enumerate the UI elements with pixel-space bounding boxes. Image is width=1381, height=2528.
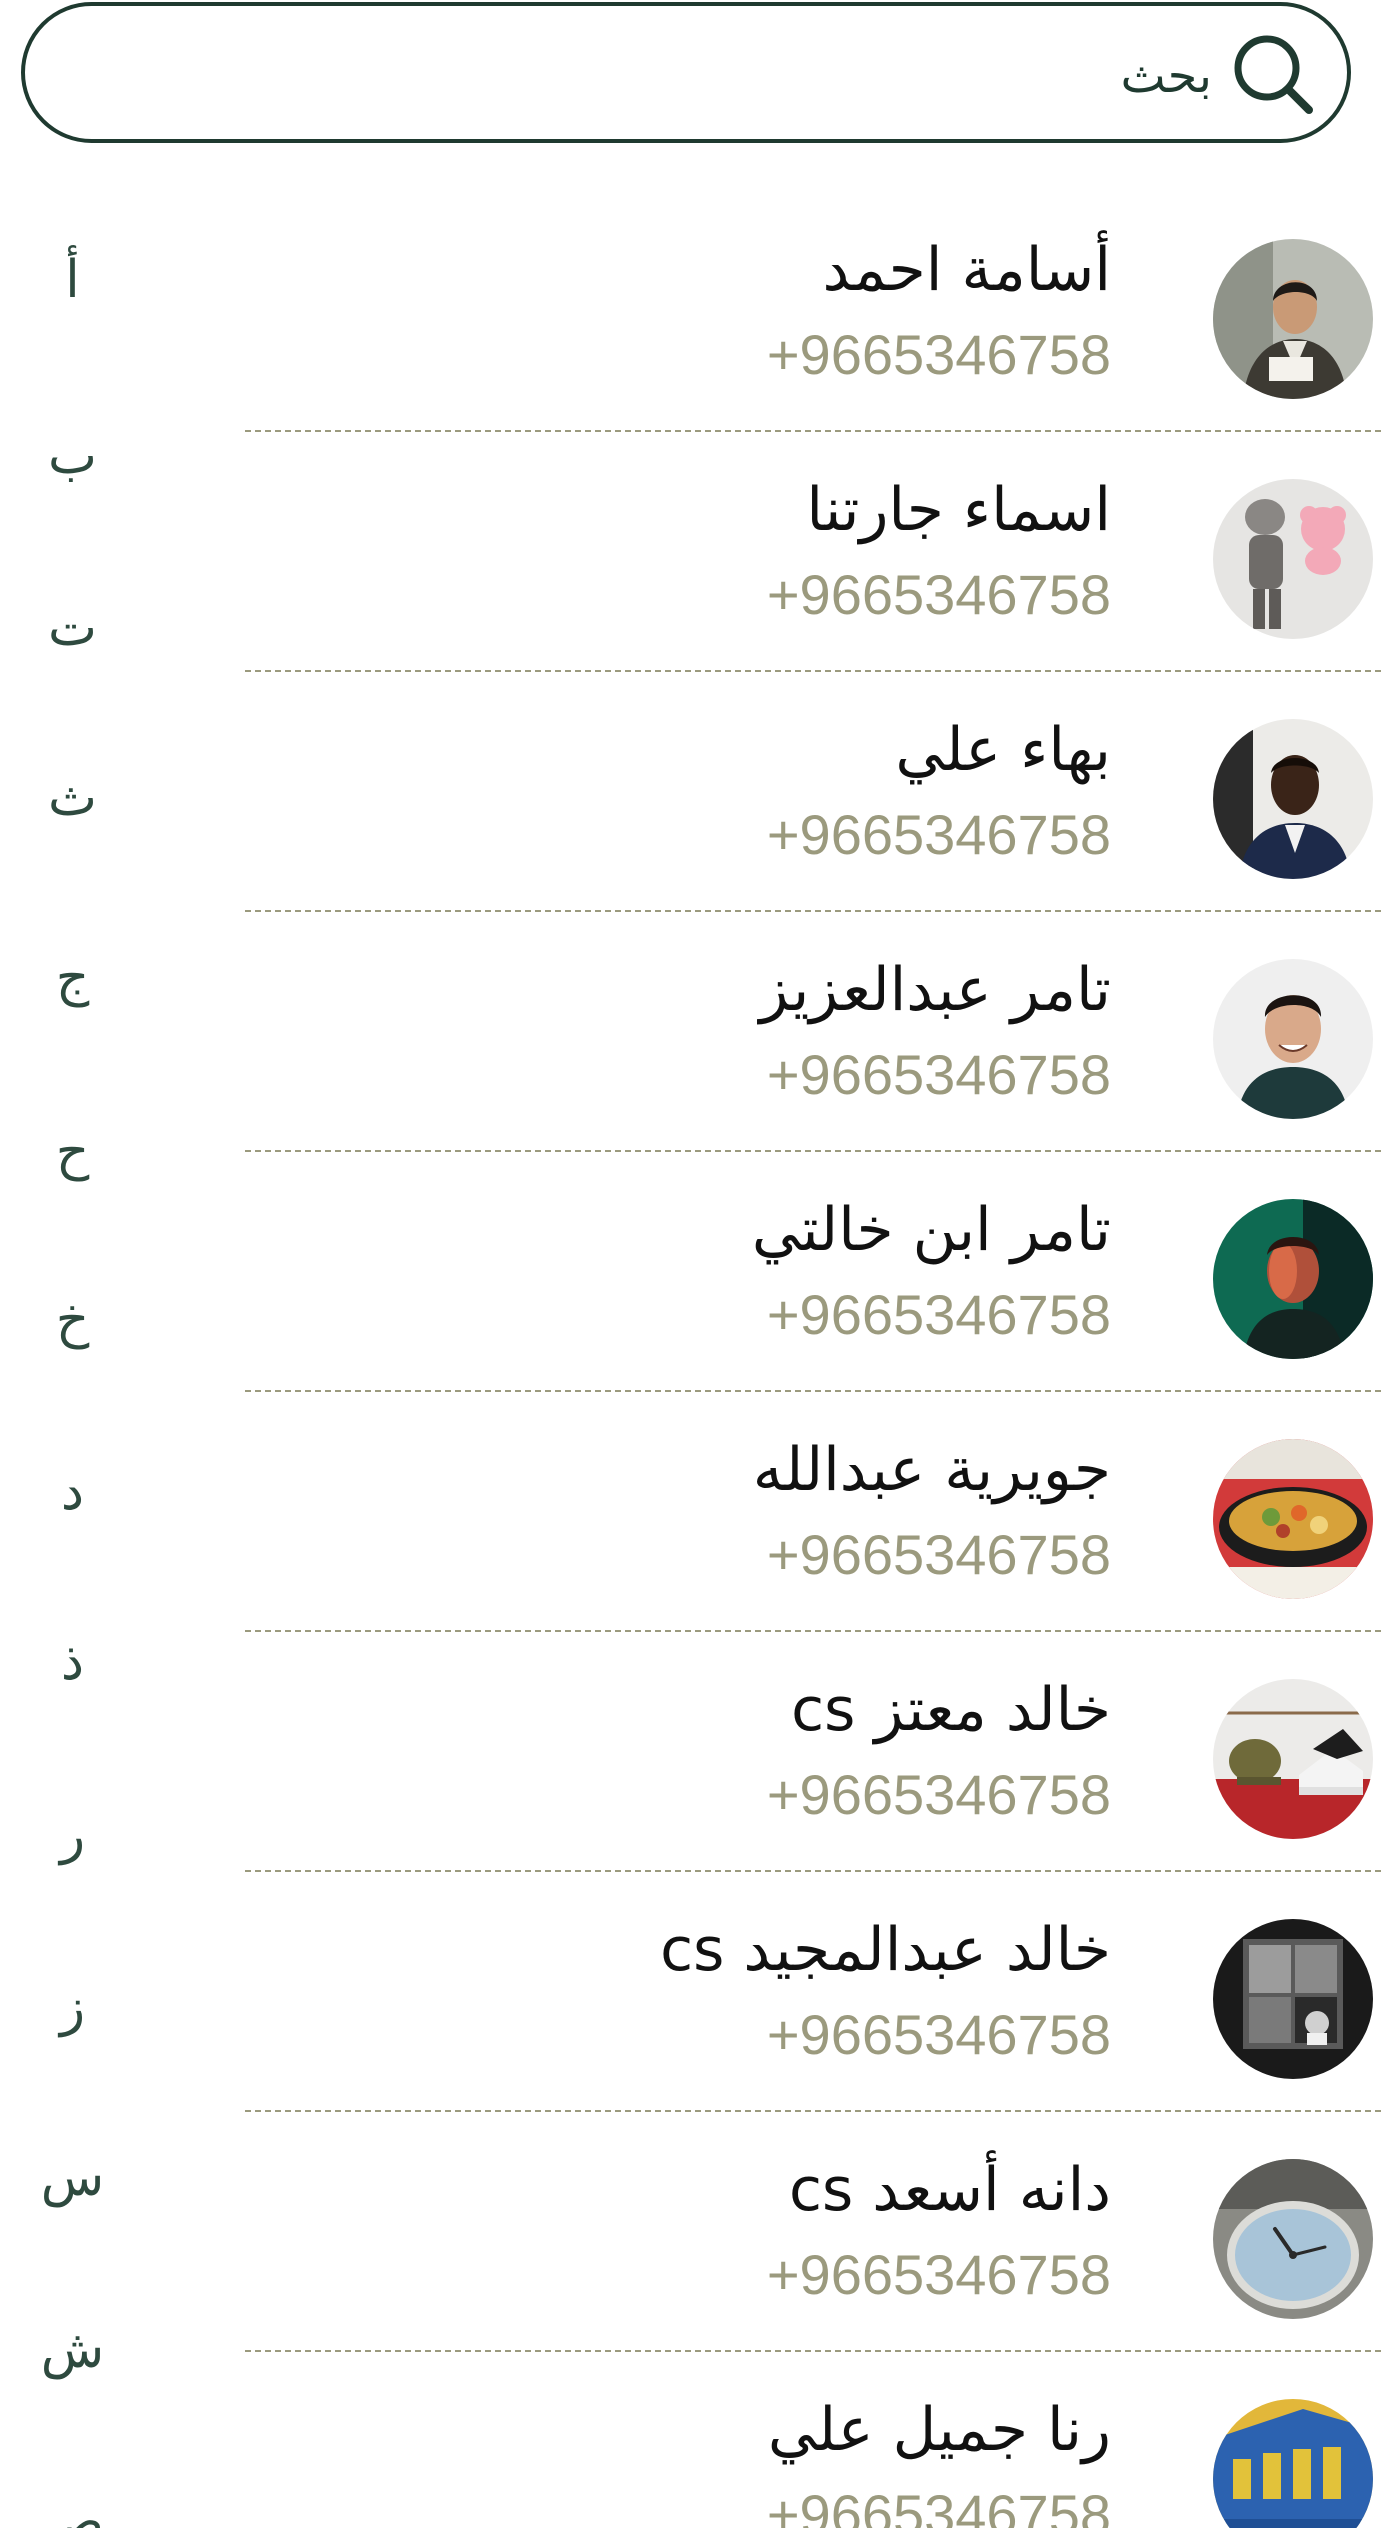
avatar <box>1213 2159 1373 2319</box>
contact-row[interactable]: دانه أسعد cs +9665346758 <box>245 2112 1381 2352</box>
contact-phone: +9665346758 <box>766 803 1111 866</box>
avatar-window-bw-icon <box>1213 1919 1373 2079</box>
avatar <box>1213 1919 1373 2079</box>
avatar <box>1213 1199 1373 1359</box>
alpha-letter[interactable]: ز <box>0 1968 145 2048</box>
contact-name: دانه أسعد cs <box>788 2155 1111 2225</box>
avatar-blue-building-icon <box>1213 2399 1373 2528</box>
alpha-letter[interactable]: ت <box>0 588 145 668</box>
alpha-letter[interactable]: خ <box>0 1280 145 1360</box>
contact-row[interactable]: جويرية عبدالله +9665346758 <box>245 1392 1381 1632</box>
alpha-letter[interactable]: د <box>0 1452 145 1532</box>
contacts-screen: أ ب ت ث ج ح خ د ذ ر ز س ش ص <box>0 0 1381 2528</box>
avatar <box>1213 2399 1373 2528</box>
avatar-man-suit-icon <box>1213 239 1373 399</box>
avatar-food-bowl-icon <box>1213 1439 1373 1599</box>
alpha-letter[interactable]: ص <box>0 2482 145 2528</box>
alpha-letter[interactable]: ج <box>0 938 145 1018</box>
avatar-man-smiling-icon <box>1213 959 1373 1119</box>
contact-name: خالد معتز cs <box>791 1675 1111 1745</box>
avatar-man-green-light-icon <box>1213 1199 1373 1359</box>
avatar <box>1213 959 1373 1119</box>
contact-name: أسامة احمد <box>822 235 1111 305</box>
search-input[interactable] <box>212 31 1212 121</box>
avatar-figurine-icon <box>1213 479 1373 639</box>
contact-name: تامر ابن خالتي <box>751 1195 1111 1265</box>
alpha-letter[interactable]: ر <box>0 1796 145 1876</box>
contact-row[interactable]: أسامة احمد +9665346758 <box>245 192 1381 432</box>
alphabet-index: أ ب ت ث ج ح خ د ذ ر ز س ش ص <box>0 0 145 2528</box>
avatar <box>1213 719 1373 879</box>
alpha-letter[interactable]: ب <box>0 416 145 496</box>
avatar-man-blazer-icon <box>1213 719 1373 879</box>
contact-phone: +9665346758 <box>766 563 1111 626</box>
contact-name: بهاء علي <box>895 715 1111 785</box>
contact-phone: +9665346758 <box>766 1763 1111 1826</box>
contact-phone: +9665346758 <box>766 2483 1111 2528</box>
contact-row[interactable]: بهاء علي +9665346758 <box>245 672 1381 912</box>
avatar-cap-sneakers-icon <box>1213 1679 1373 1839</box>
contact-list: أسامة احمد +9665346758 اسماء جارتنا +966 <box>245 192 1381 2528</box>
avatar <box>1213 239 1373 399</box>
contact-row[interactable]: خالد عبدالمجيد cs +9665346758 <box>245 1872 1381 2112</box>
contact-name: جويرية عبدالله <box>752 1435 1111 1505</box>
contact-row[interactable]: رنا جميل علي +9665346758 <box>245 2352 1381 2528</box>
alpha-letter[interactable]: ذ <box>0 1622 145 1702</box>
search-icon[interactable] <box>1229 30 1317 118</box>
contact-name: تامر عبدالعزيز <box>759 955 1111 1025</box>
contact-phone: +9665346758 <box>766 2003 1111 2066</box>
avatar-clock-icon <box>1213 2159 1373 2319</box>
alpha-letter[interactable]: ح <box>0 1112 145 1192</box>
avatar <box>1213 1679 1373 1839</box>
contact-name: رنا جميل علي <box>767 2395 1111 2465</box>
avatar <box>1213 1439 1373 1599</box>
alpha-letter[interactable]: ش <box>0 2310 145 2390</box>
contact-phone: +9665346758 <box>766 1043 1111 1106</box>
contact-row[interactable]: تامر عبدالعزيز +9665346758 <box>245 912 1381 1152</box>
avatar <box>1213 479 1373 639</box>
contact-name: خالد عبدالمجيد cs <box>660 1915 1111 1985</box>
contact-row[interactable]: اسماء جارتنا +9665346758 <box>245 432 1381 672</box>
alpha-letter[interactable]: ث <box>0 758 145 838</box>
contact-phone: +9665346758 <box>766 2243 1111 2306</box>
contact-phone: +9665346758 <box>766 1523 1111 1586</box>
contact-phone: +9665346758 <box>766 323 1111 386</box>
contact-phone: +9665346758 <box>766 1283 1111 1346</box>
alpha-letter[interactable]: س <box>0 2138 145 2218</box>
contact-row[interactable]: خالد معتز cs +9665346758 <box>245 1632 1381 1872</box>
contact-row[interactable]: تامر ابن خالتي +9665346758 <box>245 1152 1381 1392</box>
search-bar[interactable] <box>21 2 1351 143</box>
contact-name: اسماء جارتنا <box>806 475 1111 545</box>
alpha-letter[interactable]: أ <box>0 240 145 320</box>
